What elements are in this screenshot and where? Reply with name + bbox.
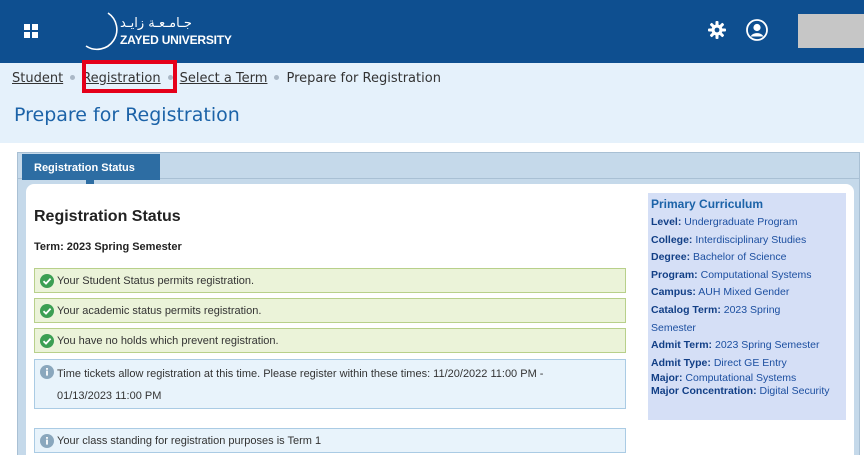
status-message-holds: You have no holds which prevent registra… xyxy=(34,328,626,353)
status-message-text: Your Student Status permits registration… xyxy=(57,275,255,287)
status-message-academic-status: Your academic status permits registratio… xyxy=(34,298,626,323)
breadcrumb-student[interactable]: Student xyxy=(12,71,63,86)
curriculum-row-level: Level: Undergraduate Program xyxy=(651,216,798,228)
breadcrumb-separator xyxy=(70,75,76,80)
zayed-university-logo[interactable]: جـامـعـة زايـد ZAYED UNIVERSITY xyxy=(78,10,238,52)
breadcrumb-current: Prepare for Registration xyxy=(286,71,441,86)
gear-icon[interactable] xyxy=(707,20,727,40)
top-bar: جـامـعـة زايـد ZAYED UNIVERSITY xyxy=(0,0,864,63)
status-message-text: You have no holds which prevent registra… xyxy=(57,335,279,347)
curriculum-row-college: College: Interdisciplinary Studies xyxy=(651,233,807,246)
logo-arc-icon xyxy=(85,12,118,51)
info-icon xyxy=(40,434,54,448)
highlight-box xyxy=(82,60,177,93)
status-message-text-line2: 01/13/2023 11:00 PM xyxy=(57,390,162,402)
curriculum-row-campus: Campus: AUH Mixed Gender xyxy=(651,286,790,299)
check-icon xyxy=(40,304,54,318)
user-name-box[interactable] xyxy=(798,14,864,48)
info-icon xyxy=(40,365,54,379)
user-icon[interactable] xyxy=(746,19,768,41)
curriculum-title: Primary Curriculum xyxy=(651,197,764,211)
logo-arabic-text: جـامـعـة زايـد xyxy=(120,16,192,31)
status-message-time-tickets: Time tickets allow registration at this … xyxy=(34,359,626,409)
curriculum-row-admit-term: Admit Term: 2023 Spring Semester xyxy=(651,339,820,352)
breadcrumb: Student Registration Select a Term Prepare … xyxy=(12,71,441,86)
curriculum-row-admit-type: Admit Type: Direct GE Entry xyxy=(651,356,787,369)
check-icon xyxy=(40,274,54,288)
curriculum-row-catalog-term-cont: Semester xyxy=(651,321,696,334)
breadcrumb-select-term[interactable]: Select a Term xyxy=(180,71,268,86)
page-title: Prepare for Registration xyxy=(14,104,240,126)
status-message-text: Your academic status permits registratio… xyxy=(57,305,262,317)
curriculum-row-major: Major: Computational Systems xyxy=(651,372,797,385)
check-icon xyxy=(40,334,54,348)
grid-menu-icon[interactable] xyxy=(24,24,38,38)
curriculum-row-catalog-term: Catalog Term: 2023 Spring xyxy=(651,303,781,316)
term-label: Term: 2023 Spring Semester xyxy=(34,241,182,253)
registration-status-heading: Registration Status xyxy=(34,208,181,225)
status-message-text: Your class standing for registration pur… xyxy=(57,435,322,447)
status-message-student-status: Your Student Status permits registration… xyxy=(34,268,626,293)
curriculum-row-degree: Degree: Bachelor of Science xyxy=(651,251,787,264)
primary-curriculum-panel: Primary Curriculum Level: Undergraduate … xyxy=(648,193,846,420)
curriculum-row-major-concentration: Major Concentration: Digital Security xyxy=(651,385,830,398)
logo-english-text: ZAYED UNIVERSITY xyxy=(120,33,232,47)
curriculum-row-program: Program: Computational Systems xyxy=(651,268,812,281)
tab-registration-status[interactable]: Registration Status xyxy=(22,154,160,180)
breadcrumb-separator xyxy=(274,75,280,80)
status-message-text: Time tickets allow registration at this … xyxy=(57,368,544,380)
status-message-class-standing: Your class standing for registration pur… xyxy=(34,428,626,453)
